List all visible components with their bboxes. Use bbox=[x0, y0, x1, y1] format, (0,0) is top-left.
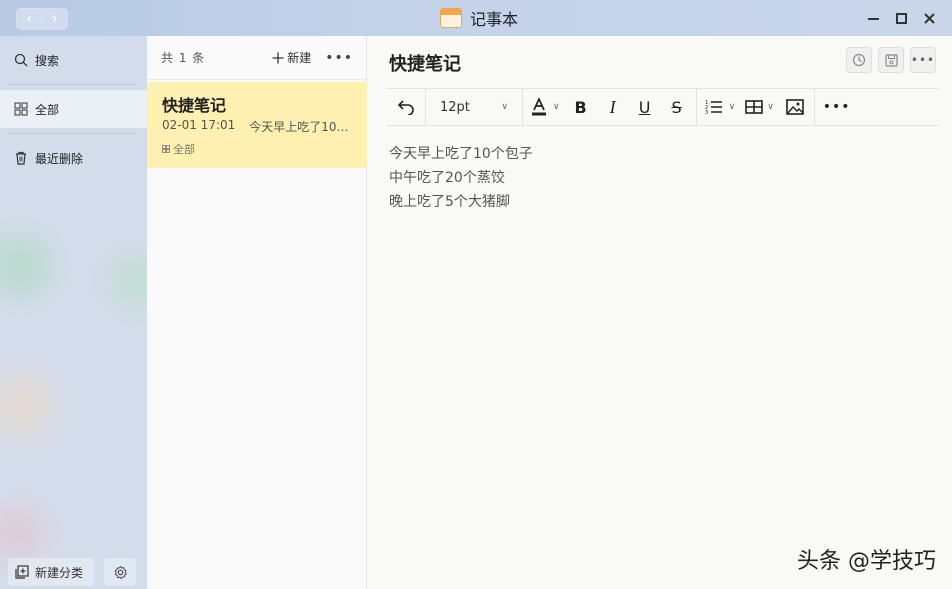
trash-icon bbox=[16, 151, 26, 165]
note-category: 全部 bbox=[162, 141, 353, 157]
editor-pane: 快捷笔记 ••• 12pt ∨ ∨ B I U S 1 2 3 ∨ ∨ ••• … bbox=[367, 36, 952, 589]
toolbar-group-insert: 123 ∨ ∨ bbox=[695, 88, 814, 126]
undo-icon bbox=[397, 100, 414, 115]
blurred-backdrop bbox=[110, 256, 147, 306]
table-icon bbox=[745, 100, 763, 114]
list-item[interactable]: 快捷笔记 02-01 17:01 今天早上吃了10个包子 全部 bbox=[147, 82, 367, 168]
sidebar-item-trash[interactable]: 最近删除 bbox=[0, 139, 147, 177]
grid-icon bbox=[162, 145, 170, 153]
bold-icon: B bbox=[574, 97, 587, 117]
italic-button[interactable]: I bbox=[602, 96, 624, 118]
underline-icon: U bbox=[638, 97, 651, 117]
nav-buttons: ‹ › bbox=[16, 8, 68, 30]
note-count: 共 1 条 bbox=[161, 51, 206, 65]
add-folder-icon bbox=[15, 565, 29, 579]
strikethrough-button[interactable]: S bbox=[666, 96, 688, 118]
history-icon bbox=[852, 53, 866, 67]
chevron-right-icon: › bbox=[51, 11, 58, 27]
insert-image-button[interactable] bbox=[784, 96, 806, 118]
toolbar-group-text-style: ∨ B I U S bbox=[522, 88, 696, 126]
chevron-down-icon: ∨ bbox=[501, 102, 508, 112]
editor-actions: ••• bbox=[846, 47, 936, 73]
toolbar-group-undo bbox=[387, 88, 425, 126]
bold-button[interactable]: B bbox=[570, 96, 592, 118]
svg-text:3: 3 bbox=[705, 110, 708, 115]
sidebar: 搜索 全部 最近删除 新建分类 bbox=[0, 36, 147, 589]
font-size-select[interactable]: 12pt ∨ bbox=[434, 100, 514, 115]
plus-icon bbox=[272, 52, 284, 63]
gear-icon bbox=[113, 565, 127, 579]
more-options-button[interactable]: ••• bbox=[910, 47, 936, 73]
list-header: 共 1 条 新建 ••• bbox=[147, 36, 367, 80]
search-icon bbox=[14, 53, 28, 67]
maximize-icon bbox=[895, 12, 907, 24]
font-color-icon bbox=[532, 98, 546, 116]
new-note-label: 新建 bbox=[287, 51, 312, 65]
note-date: 02-01 17:01 bbox=[162, 118, 236, 132]
new-note-button[interactable]: 新建 bbox=[272, 49, 311, 66]
history-button[interactable] bbox=[846, 47, 872, 73]
watermark: 头条 @学技巧 bbox=[797, 549, 936, 574]
minimize-icon bbox=[867, 17, 879, 20]
new-category-label: 新建分类 bbox=[35, 565, 84, 580]
editor-title[interactable]: 快捷笔记 bbox=[389, 50, 461, 76]
numbered-list-icon: 123 bbox=[705, 100, 722, 115]
minimize-button[interactable] bbox=[862, 8, 884, 28]
underline-button[interactable]: U bbox=[634, 96, 656, 118]
forward-button[interactable]: › bbox=[41, 9, 68, 29]
more-icon: ••• bbox=[910, 53, 936, 67]
settings-button[interactable] bbox=[104, 558, 136, 586]
sidebar-item-label: 最近删除 bbox=[35, 151, 84, 166]
image-icon bbox=[785, 99, 804, 115]
window-controls bbox=[862, 8, 940, 28]
list-button[interactable]: 123 ∨ bbox=[705, 96, 736, 118]
maximize-button[interactable] bbox=[890, 8, 912, 28]
app-title: 记事本 bbox=[440, 6, 518, 30]
toolbar-group-more: ••• bbox=[813, 88, 859, 126]
note-list-pane: 共 1 条 新建 ••• 快捷笔记 02-01 17:01 今天早上吃了10个包… bbox=[147, 36, 367, 589]
toolbar-more-button[interactable]: ••• bbox=[823, 96, 851, 118]
editor-content[interactable]: 今天早上吃了10个包子 中午吃了20个蒸饺 晚上吃了5个大猪脚 bbox=[389, 142, 533, 214]
chevron-down-icon: ∨ bbox=[553, 102, 560, 112]
window-title: 记事本 bbox=[470, 10, 519, 29]
divider bbox=[8, 84, 136, 85]
sidebar-item-label: 全部 bbox=[35, 102, 60, 117]
more-options-icon[interactable]: ••• bbox=[325, 50, 353, 66]
table-button[interactable]: ∨ bbox=[745, 96, 774, 118]
save-button[interactable] bbox=[878, 47, 904, 73]
close-icon bbox=[923, 12, 935, 24]
note-title: 快捷笔记 bbox=[162, 96, 227, 115]
save-icon bbox=[884, 53, 898, 67]
undo-button[interactable] bbox=[395, 96, 417, 118]
notepad-app-icon bbox=[440, 8, 462, 28]
sidebar-item-search[interactable]: 搜索 bbox=[0, 41, 147, 79]
chevron-left-icon: ‹ bbox=[26, 11, 33, 27]
sidebar-item-label: 搜索 bbox=[35, 53, 60, 68]
note-meta: 02-01 17:01 今天早上吃了10个包子 bbox=[162, 118, 353, 135]
divider bbox=[8, 133, 136, 134]
note-category-label: 全部 bbox=[173, 143, 195, 156]
italic-icon: I bbox=[609, 96, 616, 117]
back-button[interactable]: ‹ bbox=[17, 9, 42, 29]
blurred-backdrop bbox=[0, 376, 52, 436]
format-toolbar: 12pt ∨ ∨ B I U S 123 ∨ ∨ ••• bbox=[387, 88, 939, 126]
grid-icon bbox=[14, 102, 28, 116]
content-line: 晚上吃了5个大猪脚 bbox=[389, 194, 510, 210]
content-line: 今天早上吃了10个包子 bbox=[389, 146, 533, 162]
title-bar: ‹ › 记事本 bbox=[0, 0, 952, 36]
sidebar-item-all[interactable]: 全部 bbox=[0, 90, 147, 128]
new-category-button[interactable]: 新建分类 bbox=[8, 558, 94, 586]
chevron-down-icon: ∨ bbox=[767, 102, 774, 112]
strikethrough-icon: S bbox=[671, 97, 682, 117]
note-preview: 今天早上吃了10个包子 bbox=[249, 120, 353, 134]
close-button[interactable] bbox=[918, 8, 940, 28]
font-color-button[interactable]: ∨ bbox=[531, 96, 560, 118]
font-size-value: 12pt bbox=[440, 99, 470, 115]
more-icon: ••• bbox=[822, 99, 851, 115]
content-line: 中午吃了20个蒸饺 bbox=[389, 170, 505, 186]
blurred-backdrop bbox=[0, 236, 50, 296]
blurred-backdrop bbox=[0, 506, 45, 561]
toolbar-group-font-size: 12pt ∨ bbox=[425, 88, 522, 126]
chevron-down-icon: ∨ bbox=[728, 102, 736, 112]
